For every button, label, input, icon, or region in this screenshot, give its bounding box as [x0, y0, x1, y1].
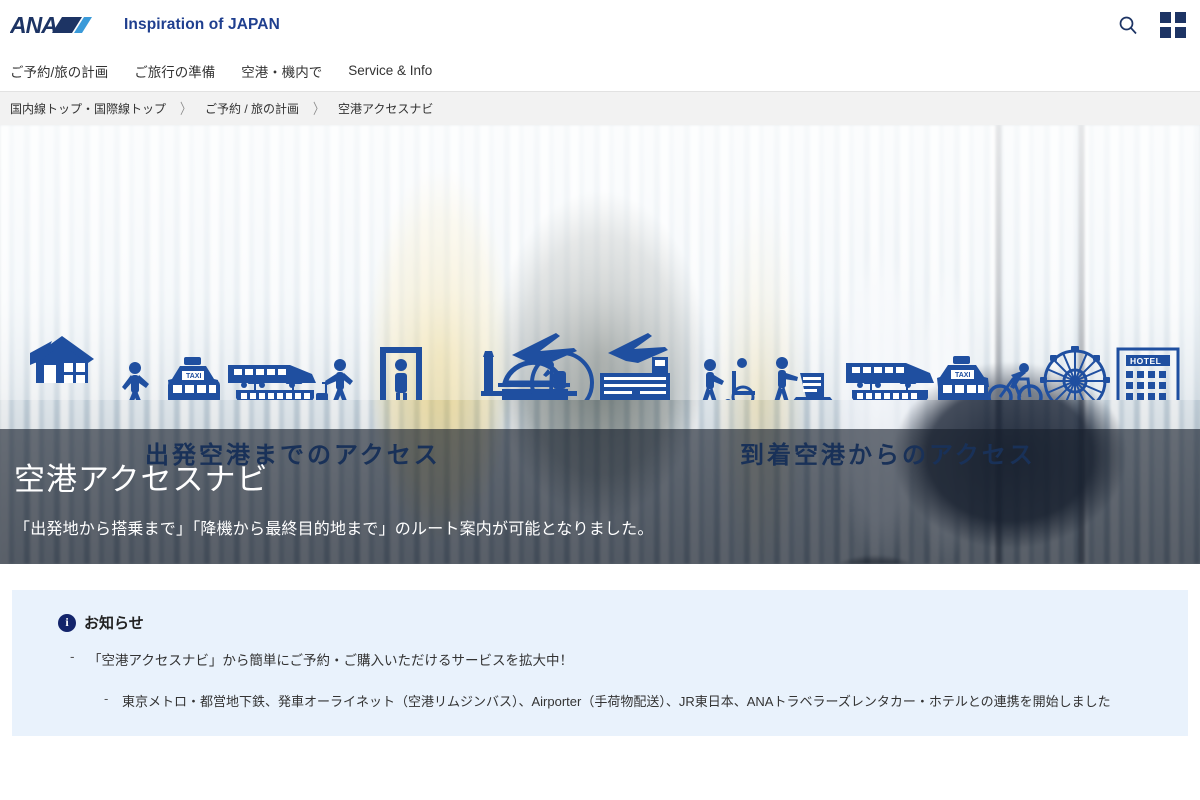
walking-person-icon	[122, 362, 149, 400]
svg-text:HOTEL: HOTEL	[1130, 356, 1161, 366]
notice-line-1: - 「空港アクセスナビ」から簡単にご予約・ご購入いただけるサービスを拡大中！	[70, 649, 1164, 669]
chevron-right-icon: 〉	[313, 102, 325, 118]
grid-menu-icon[interactable]	[1160, 12, 1186, 38]
gnav-item-preparation[interactable]: ご旅行の準備	[134, 61, 229, 81]
notice-line-2: - 東京メトロ・都営地下鉄、発車オーライネット（空港リムジンバス）、Airpor…	[104, 691, 1164, 710]
grid-cell	[1160, 27, 1171, 38]
notice-line-1-text: 「空港アクセスナビ」から簡単にご予約・ご購入いただけるサービスを拡大中！	[88, 653, 574, 668]
hero-illustration: TAXI TAXI HOTEL	[0, 125, 1200, 400]
shinkansen-icon	[846, 363, 934, 388]
info-icon: i	[58, 613, 76, 632]
traveler-with-luggage-icon	[316, 359, 353, 400]
ana-logo: ANA	[10, 12, 92, 38]
bus-icon	[938, 380, 988, 400]
hero-copy: 空港アクセスナビ 「出発地から搭乗まで」「降機から最終目的地まで」のルート案内が…	[14, 429, 814, 564]
gnav-item-service-info[interactable]: Service & Info	[348, 63, 446, 78]
ferris-wheel-icon	[1040, 346, 1110, 400]
security-gate-icon	[380, 347, 422, 400]
header-actions	[1118, 12, 1186, 38]
bus-icon	[168, 380, 220, 400]
page-title: 空港アクセスナビ	[14, 462, 269, 497]
grid-cell	[1160, 12, 1171, 23]
notice-title: お知らせ	[84, 615, 144, 632]
search-icon[interactable]	[1118, 15, 1138, 35]
ana-logo-link[interactable]: ANA Inspiration of JAPAN	[10, 12, 280, 38]
hotel-icon: HOTEL	[1116, 347, 1180, 400]
chevron-right-icon: 〉	[180, 102, 192, 118]
access-flow-illustration: TAXI TAXI HOTEL	[30, 333, 1180, 400]
page-subtitle: 「出発地から搭乗まで」「降機から最終目的地まで」のルート案内が可能となりました。	[14, 521, 654, 538]
grid-cell	[1175, 12, 1186, 23]
breadcrumb-item-home[interactable]: 国内線トップ・国際線トップ	[10, 100, 166, 117]
breadcrumb: 国内線トップ・国際線トップ 〉 ご予約 / 旅の計画 〉 空港アクセスナビ	[0, 92, 1200, 125]
brand-tagline: Inspiration of JAPAN	[124, 16, 280, 33]
gnav-item-reservation[interactable]: ご予約/旅の計画	[10, 61, 122, 81]
notice-box: i お知らせ - 「空港アクセスナビ」から簡単にご予約・ご購入いただけるサービス…	[12, 590, 1188, 736]
bullet-dash: -	[70, 649, 75, 664]
svg-text:ANA: ANA	[10, 12, 57, 38]
bullet-dash: -	[104, 691, 109, 706]
breadcrumb-item-current: 空港アクセスナビ	[338, 102, 434, 116]
grid-cell	[1175, 27, 1186, 38]
svg-text:TAXI: TAXI	[955, 372, 970, 379]
gnav-item-airport[interactable]: 空港・機内で	[241, 61, 336, 81]
house-icon	[30, 336, 94, 383]
notice-area: i お知らせ - 「空港アクセスナビ」から簡単にご予約・ご購入いただけるサービス…	[0, 564, 1200, 736]
site-header: ANA Inspiration of JAPAN	[0, 0, 1200, 50]
baggage-claim-icon	[774, 357, 833, 400]
wheelchair-assist-icon	[702, 358, 755, 400]
notice-header: i お知らせ	[58, 612, 1164, 633]
hero-banner: TAXI TAXI HOTEL 空港アクセスナビ 「出発地から搭乗まで」「降機か…	[0, 125, 1200, 564]
notice-line-2-text: 東京メトロ・都営地下鉄、発車オーライネット（空港リムジンバス）、Airporte…	[122, 694, 1111, 709]
shinkansen-icon	[228, 365, 316, 388]
arrival-airport-icon	[600, 357, 670, 400]
bicycle-icon	[987, 363, 1043, 400]
global-navigation: ご予約/旅の計画 ご旅行の準備 空港・機内で Service & Info	[0, 50, 1200, 92]
svg-text:TAXI: TAXI	[186, 373, 201, 380]
breadcrumb-item-reservation[interactable]: ご予約 / 旅の計画	[205, 100, 299, 117]
